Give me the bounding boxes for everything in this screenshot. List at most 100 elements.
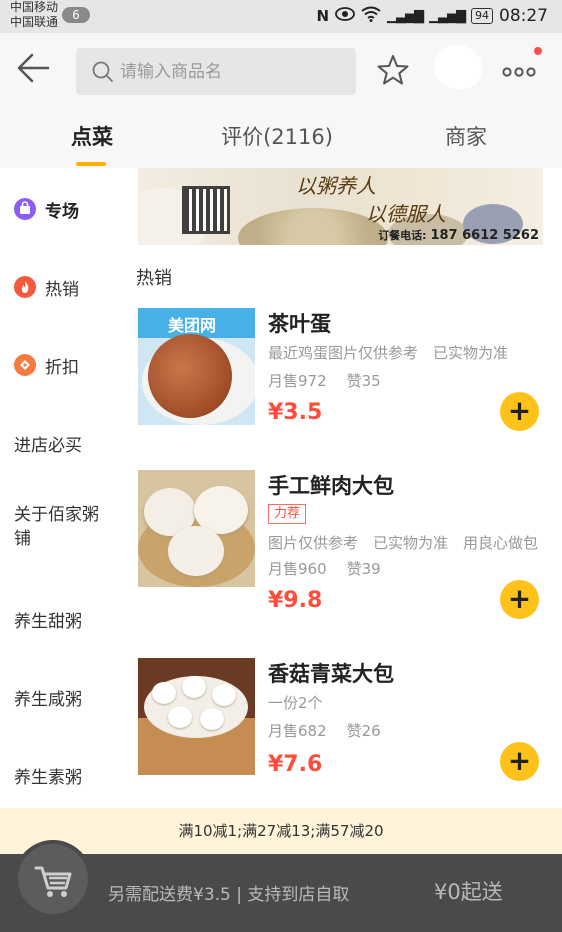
delivery-fee-note: 另需配送费¥3.5 | 支持到店自取 [108,885,350,905]
carrier-2: 中国联通 [10,15,59,29]
back-button[interactable] [16,53,56,89]
bun [200,708,224,730]
product-photo[interactable] [138,470,255,587]
active-tab-indicator [76,162,106,166]
sidebar-item-must-buy[interactable]: 进店必买 [0,428,126,458]
tab-merchant[interactable]: 商家 [370,109,562,168]
likes: 赞26 [346,722,381,740]
product-item[interactable]: 香菇青菜大包 一份2个 月售682 赞26 ¥7.6 + [138,658,562,798]
bun [152,682,176,704]
carrier-names: 中国移动 中国联通 [10,0,58,30]
search-icon [92,61,113,82]
banner-slogan-1: 以粥养人 [296,174,376,198]
tab-reviews-label: 评价(2116) [221,125,333,149]
discount-icon [14,354,36,376]
sidebar-item-about[interactable]: 关于佰家粥铺 [0,502,100,552]
sidebar-item-sweet-porridge[interactable]: 养生甜粥 [0,604,126,634]
more-button[interactable] [500,57,538,87]
qr-code-icon [182,186,230,234]
tab-order-label: 点菜 [71,125,113,149]
product-desc: 一份2个 [268,694,323,712]
sidebar-item-label: 热销 [45,279,79,300]
top-bar [0,33,562,109]
cart-icon [34,866,72,897]
bun [168,706,192,728]
battery-icon: 94 [471,8,493,24]
egg [148,334,232,418]
product-item[interactable]: 美团网 茶叶蛋 最近鸡蛋图片仅供参考 已实物为准 月售972 赞35 ¥3.5 + [138,308,562,448]
more-dots-icon [502,67,536,77]
bag-icon [14,198,36,220]
add-to-cart-button[interactable]: + [500,742,539,781]
bun [182,676,206,698]
tab-order[interactable]: 点菜 [0,109,184,168]
search-input[interactable] [120,48,340,95]
product-price: ¥7.6 [268,752,323,777]
product-name: 香菇青菜大包 [268,662,394,686]
banner-phone: 订餐电话: 187 6612 5262 [378,227,539,243]
product-desc: 最近鸡蛋图片仅供参考 已实物为准 [268,344,509,362]
product-sales: 月售682 赞26 [268,720,401,741]
add-to-cart-button[interactable]: + [500,392,539,431]
tab-bar: 点菜 评价(2116) 商家 [0,109,562,168]
product-item[interactable]: 手工鲜肉大包 力荐 图片仅供参考 已实物为准 用良心做包子 月售960 赞39 ¥… [138,470,562,619]
recommend-tag: 力荐 [268,504,307,524]
sidebar-item-special[interactable]: 专场 [0,194,126,224]
product-desc: 图片仅供参考 已实物为准 用良心做包子 [268,534,538,552]
carrier-1: 中国移动 [10,0,59,14]
section-title: 热销 [136,268,172,289]
share-avatar[interactable] [434,45,482,89]
sidebar-item-label: 折扣 [45,357,79,378]
product-name: 手工鲜肉大包 [268,474,394,498]
status-bar: 中国移动 中国联通 6 N ▁▃▅▇ ▁▃▅▇ 94 08:27 [0,0,562,33]
sidebar-item-savory-porridge[interactable]: 养生咸粥 [0,682,126,712]
signal-4g-icon: ▁▃▅▇ [387,8,424,24]
notification-dot [534,47,542,55]
wifi-icon [361,6,381,26]
banner-slogan-2: 以德服人 [366,202,446,226]
bun [168,526,224,576]
bun [212,684,236,706]
monthly-sales: 月售960 [268,560,327,578]
category-sidebar: 专场 热销 折扣 进店必买 关于佰家粥铺 养生甜粥 养生咸粥 养生素粥 [0,168,126,808]
cart-button[interactable] [14,840,92,918]
nfc-icon: N [316,7,329,25]
star-icon [377,55,409,85]
fire-icon [14,276,36,298]
product-photo[interactable]: 美团网 [138,308,255,425]
likes: 赞35 [346,372,381,390]
sidebar-item-label: 专场 [45,201,79,222]
sidebar-item-label: 关于佰家粥铺 [14,505,99,549]
monthly-sales: 月售972 [268,372,327,390]
clock: 08:27 [499,6,548,26]
search-box[interactable] [76,48,356,95]
sidebar-item-label: 养生素粥 [14,767,82,788]
signal-3g-icon: ▁▃▅▇ [429,8,466,24]
banner-phone-number: 187 6612 5262 [430,228,539,243]
shop-banner[interactable]: 以粥养人 以德服人 订餐电话: 187 6612 5262 [138,168,543,245]
product-name: 茶叶蛋 [268,312,331,336]
product-sales: 月售972 赞35 [268,370,401,391]
min-order-button[interactable]: ¥0起送 [434,876,503,906]
status-icons: N ▁▃▅▇ ▁▃▅▇ 94 08:27 [316,5,548,27]
product-list: 以粥养人 以德服人 订餐电话: 187 6612 5262 热销 美团网 茶叶蛋… [126,168,562,808]
eye-icon [335,7,355,25]
sidebar-item-label: 进店必买 [14,435,82,456]
product-photo[interactable] [138,658,255,775]
add-to-cart-button[interactable]: + [500,580,539,619]
notification-badge: 6 [62,7,90,23]
monthly-sales: 月售682 [268,722,327,740]
tab-merchant-label: 商家 [445,125,487,149]
likes: 赞39 [346,560,381,578]
tab-reviews[interactable]: 评价(2116) [184,109,370,168]
favorite-button[interactable] [376,53,412,89]
sidebar-item-veg-porridge[interactable]: 养生素粥 [0,760,126,790]
sidebar-item-hot[interactable]: 热销 [0,272,126,302]
arrow-left-icon [17,53,50,83]
sidebar-item-discount[interactable]: 折扣 [0,350,126,380]
sidebar-item-label: 养生甜粥 [14,611,82,632]
sidebar-item-label: 养生咸粥 [14,689,82,710]
product-price: ¥3.5 [268,400,323,425]
photo-watermark: 美团网 [168,316,217,335]
product-sales: 月售960 赞39 [268,558,401,579]
